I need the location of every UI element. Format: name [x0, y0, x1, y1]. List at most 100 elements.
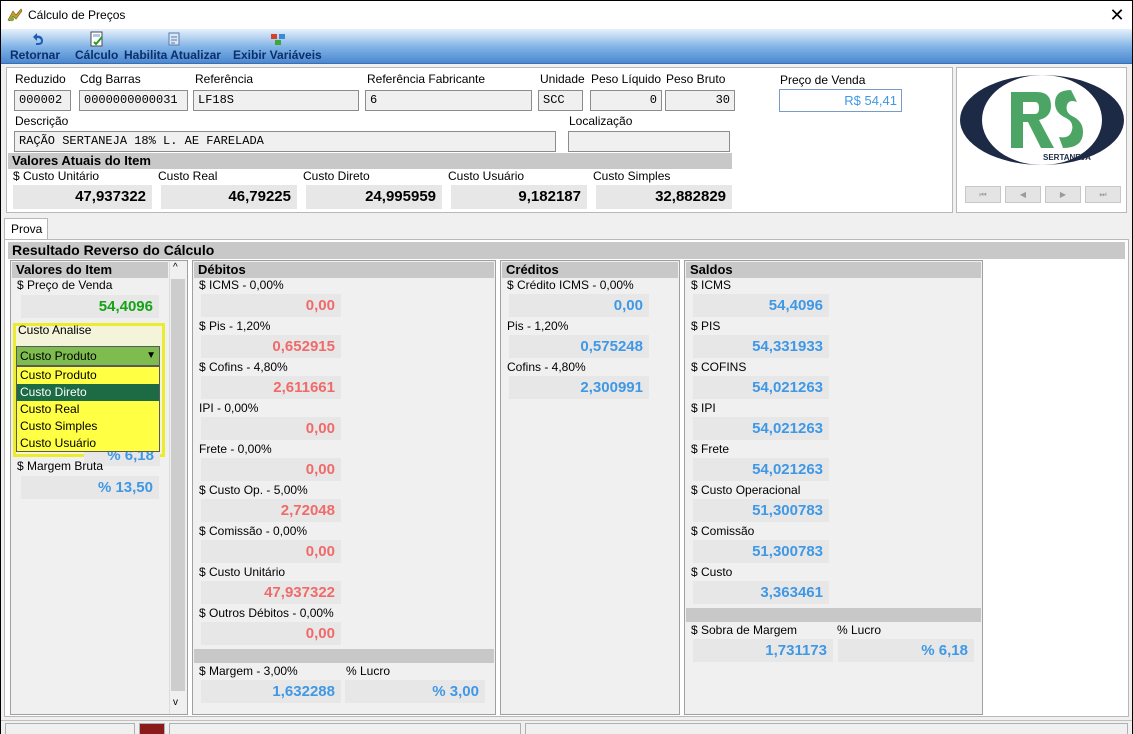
option-custo-produto[interactable]: Custo Produto — [17, 367, 159, 384]
valores-scrollbar[interactable]: ^ v — [169, 261, 185, 714]
option-custo-direto[interactable]: Custo Direto — [17, 384, 159, 401]
unidade-label: Unidade — [540, 72, 585, 86]
saldo-label: $ PIS — [691, 319, 721, 333]
debito-value: 2,611661 — [201, 376, 341, 399]
saldos-lucro-value: % 6,18 — [838, 639, 974, 662]
debito-value: 47,937322 — [201, 581, 341, 604]
scroll-thumb[interactable] — [171, 279, 185, 691]
margem-bruta-value: % 13,50 — [21, 476, 159, 499]
debito-label: $ Custo Unitário — [199, 565, 286, 579]
sobra-margem-label: $ Sobra de Margem — [691, 623, 798, 637]
debito-label: $ Comissão - 0,00% — [199, 524, 308, 538]
tab-prova[interactable]: Prova — [4, 218, 48, 240]
debito-label: $ Custo Op. - 5,00% — [199, 483, 308, 497]
credito-value: 0,575248 — [509, 335, 649, 358]
debito-label: IPI - 0,00% — [199, 401, 259, 415]
enable-update-icon — [168, 32, 180, 46]
logo-brand-text: SERTANEJA — [1043, 153, 1091, 162]
debito-label: Frete - 0,00% — [199, 442, 272, 456]
exibir-variaveis-button[interactable]: Exibir Variáveis — [233, 31, 323, 62]
status-bar — [1, 720, 1132, 734]
calculo-button[interactable]: Cálculo — [75, 31, 119, 62]
saldo-value: 51,300783 — [693, 499, 829, 522]
debito-label: $ Pis - 1,20% — [199, 319, 271, 333]
saldos-title: Saldos — [686, 262, 981, 278]
ref-fabricante-field[interactable]: 6 — [365, 90, 532, 111]
saldo-value: 54,021263 — [693, 458, 829, 481]
custo-unitario-label: $ Custo Unitário — [13, 169, 100, 183]
app-icon — [7, 8, 23, 22]
peso-bruto-label: Peso Bruto — [666, 72, 726, 86]
reduzido-label: Reduzido — [15, 72, 66, 86]
prova-content: Resultado Reverso do Cálculo Valores do … — [4, 239, 1129, 717]
status-segment-2 — [169, 723, 521, 734]
option-custo-real[interactable]: Custo Real — [17, 401, 159, 418]
logo-panel: SERTANEJA ⏮ ◀ ▶ ⏭ — [956, 67, 1127, 213]
scroll-up-icon[interactable]: ^ — [173, 262, 178, 273]
reduzido-field[interactable]: 000002 — [14, 90, 71, 111]
debitos-lucro-label: % Lucro — [346, 664, 391, 678]
debito-value: 0,00 — [201, 294, 341, 317]
saldo-label: $ Comissão — [691, 524, 755, 538]
saldos-separator — [686, 608, 981, 622]
retornar-button[interactable]: Retornar — [10, 31, 64, 62]
custo-usuario-label: Custo Usuário — [448, 169, 525, 183]
unidade-field[interactable]: SCC — [538, 90, 583, 111]
referencia-label: Referência — [195, 72, 254, 86]
peso-liquido-field[interactable]: 0 — [590, 90, 662, 111]
preco-venda-field[interactable]: R$ 54,41 — [779, 89, 902, 112]
cdg-barras-field[interactable]: 0000000000031 — [79, 90, 188, 111]
status-indicator — [139, 723, 165, 734]
custo-usuario-value: 9,182187 — [451, 185, 587, 209]
saldo-label: $ Custo — [691, 565, 733, 579]
calculator-icon — [90, 31, 103, 47]
saldo-label: $ COFINS — [691, 360, 747, 374]
retornar-label: Retornar — [10, 48, 61, 62]
custo-simples-value: 32,882829 — [596, 185, 732, 209]
creditos-title: Créditos — [502, 262, 678, 278]
peso-bruto-field[interactable]: 30 — [665, 90, 735, 111]
custo-direto-label: Custo Direto — [303, 169, 370, 183]
localizacao-field[interactable] — [568, 131, 730, 152]
credito-value: 0,00 — [509, 294, 649, 317]
margem-value: 1,632288 — [201, 680, 341, 703]
custo-direto-value: 24,995959 — [306, 185, 442, 209]
peso-liquido-label: Peso Líquido — [591, 72, 662, 86]
close-icon[interactable]: ✕ — [1102, 1, 1132, 29]
item-header-panel: Reduzido 000002 Cdg Barras 0000000000031… — [6, 67, 953, 213]
calculo-precos-window: Cálculo de Preços ✕ Retornar Cálculo Hab… — [1, 1, 1132, 734]
cdg-barras-label: Cdg Barras — [80, 72, 141, 86]
saldo-value: 54,4096 — [693, 294, 829, 317]
debito-value: 2,72048 — [201, 499, 341, 522]
chevron-down-icon[interactable]: ▼ — [146, 347, 156, 365]
credito-value: 2,300991 — [509, 376, 649, 399]
nav-prev-button[interactable]: ◀ — [1005, 186, 1041, 203]
window-title: Cálculo de Preços — [28, 8, 126, 22]
option-custo-simples[interactable]: Custo Simples — [17, 418, 159, 435]
custo-unitario-value: 47,937322 — [13, 185, 152, 209]
preco-venda-item-label: $ Preço de Venda — [17, 278, 113, 292]
habilita-atualizar-button[interactable]: Habilita Atualizar — [124, 31, 224, 62]
saldos-panel: Saldos $ ICMS 54,4096 $ PIS 54,331933 $ COFI… — [684, 260, 983, 715]
return-arrow-icon — [33, 33, 43, 45]
nav-next-button[interactable]: ▶ — [1045, 186, 1081, 203]
credito-label: Pis - 1,20% — [507, 319, 569, 333]
margem-bruta-label: $ Margem Bruta — [17, 459, 104, 473]
custo-analise-select[interactable]: Custo Produto ▼ — [16, 346, 160, 366]
option-custo-usuario[interactable]: Custo Usuário — [17, 435, 159, 452]
descricao-field[interactable]: RAÇÃO SERTANEJA 18% L. AE FARELADA — [14, 131, 556, 152]
sertaneja-logo: SERTANEJA — [960, 75, 1124, 165]
referencia-field[interactable]: LF18S — [193, 90, 359, 111]
saldos-lucro-label: % Lucro — [837, 623, 882, 637]
nav-first-button[interactable]: ⏮ — [965, 186, 1001, 203]
valores-item-panel: Valores do Item $ Preço de Venda 54,4096… — [10, 260, 188, 715]
saldo-label: $ Frete — [691, 442, 730, 456]
custo-real-label: Custo Real — [158, 169, 218, 183]
debito-label: $ ICMS - 0,00% — [199, 278, 284, 292]
calculo-label: Cálculo — [75, 48, 119, 62]
scroll-down-icon[interactable]: v — [173, 697, 178, 708]
debitos-separator — [194, 649, 494, 663]
nav-last-button[interactable]: ⏭ — [1085, 186, 1121, 203]
saldo-value: 51,300783 — [693, 540, 829, 563]
variables-icon — [271, 34, 285, 45]
